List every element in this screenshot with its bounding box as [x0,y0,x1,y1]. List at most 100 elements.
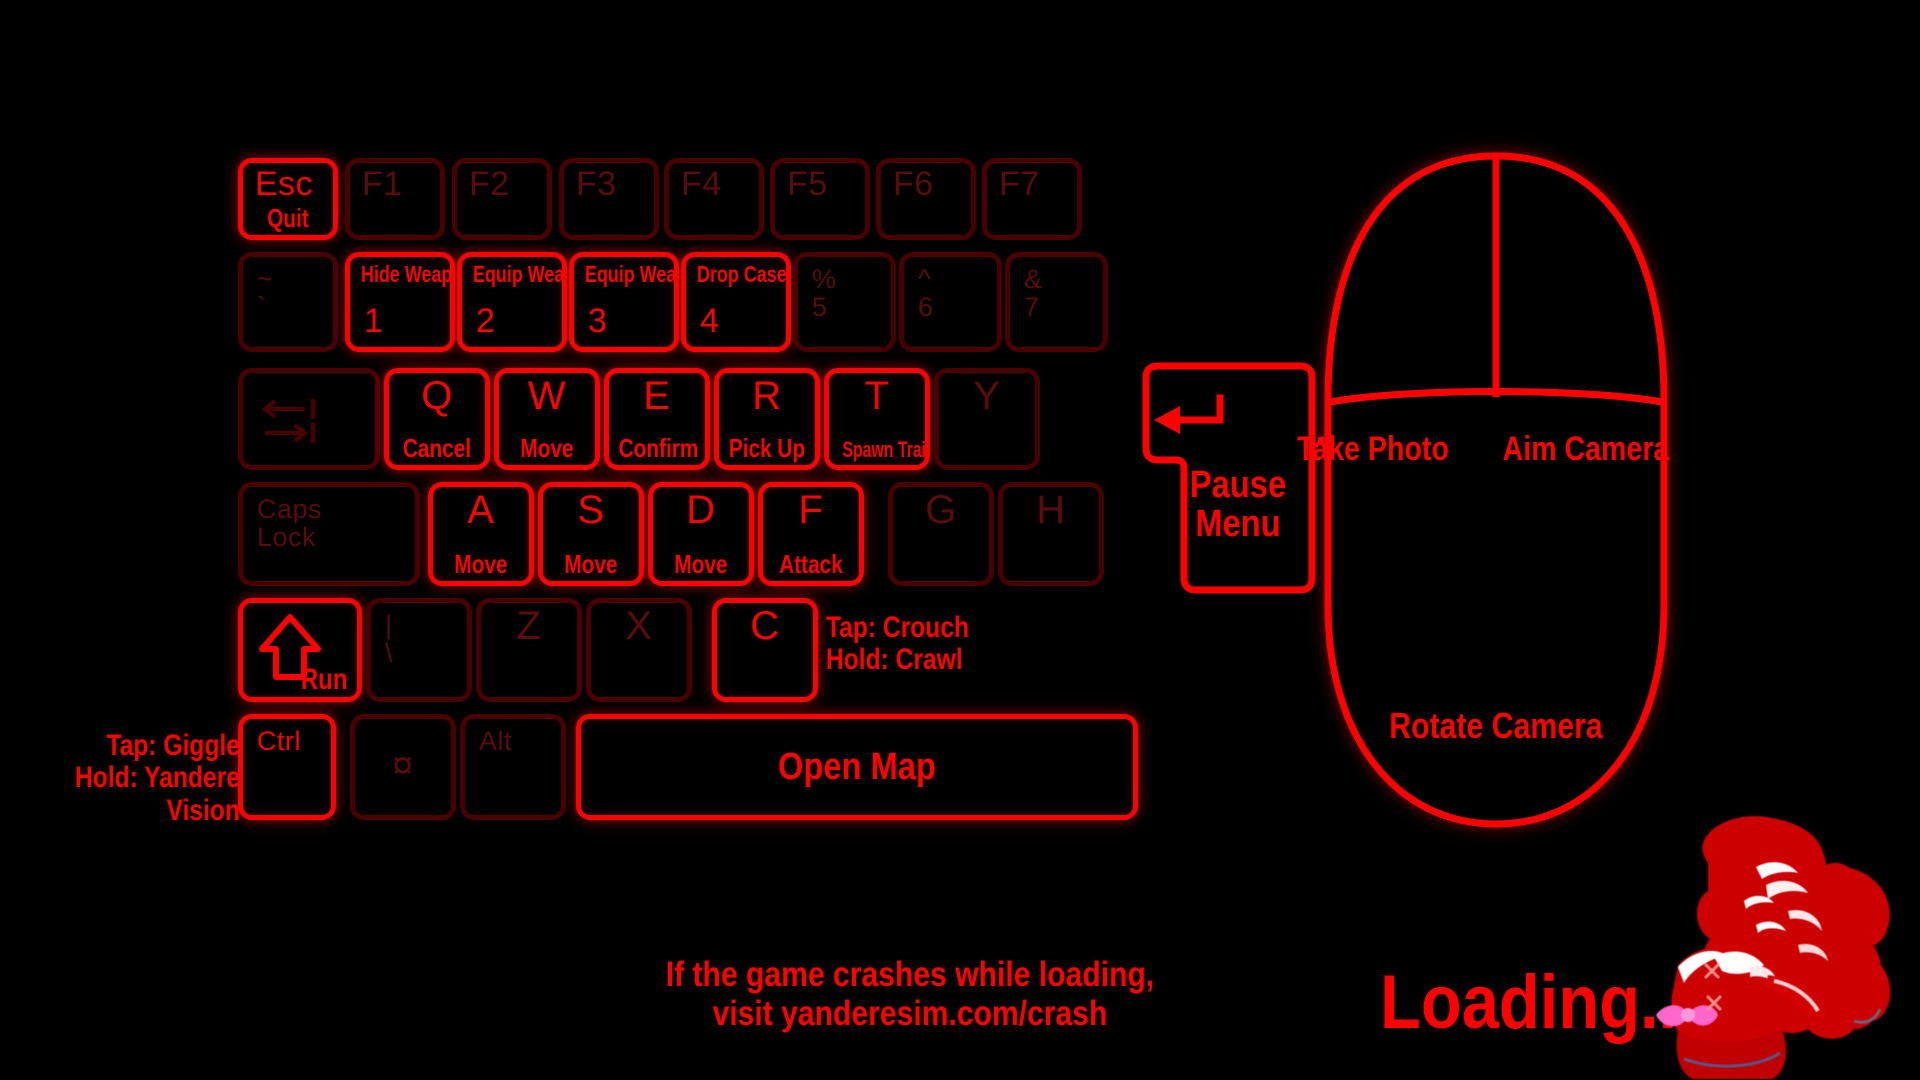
key-tilde-glyph: ~ ` [257,264,274,323]
key-backslash-glyph: | \ [385,610,394,669]
key-h-glyph: H [1036,488,1066,532]
key-s-action: Move [564,549,618,579]
key-w[interactable]: W Move [494,368,600,470]
key-t-action: Spawn Trail [842,437,930,462]
key-e-action: Confirm [618,433,699,463]
key-c[interactable]: C [712,598,818,702]
mouse-diagram: Take Photo Aim Camera Rotate Camera [1297,150,1674,830]
key-f2-glyph: F2 [469,165,510,203]
key-f-action: Attack [779,549,843,579]
key-w-glyph: W [527,374,567,418]
key-z[interactable]: Z [476,598,582,702]
key-s[interactable]: S Move [538,482,644,586]
key-q-action: Cancel [402,433,472,463]
key-y[interactable]: Y [934,368,1040,470]
key-r-action: Pick Up [728,433,806,463]
mouse-left-button-label: Take Photo [1297,430,1449,468]
ctrl-key-side-label: Tap: Giggle Hold: Yandere Vision [75,729,240,827]
key-s-glyph: S [577,488,605,532]
key-d[interactable]: D Move [648,482,754,586]
key-3-glyph: 3 [588,302,607,340]
key-tilde[interactable]: ~ ` [238,252,338,352]
key-5-glyph: % 5 [812,264,837,323]
key-r[interactable]: R Pick Up [714,368,820,470]
key-g-glyph: G [925,488,957,532]
mouse-body-label: Rotate Camera [1389,705,1603,746]
key-e-glyph: E [643,374,671,418]
enter-key-label: Pause Menu [1189,464,1287,545]
key-4-glyph: 4 [700,302,719,340]
key-win[interactable]: ¤ [350,714,456,820]
key-3-action: Equip Weapon [585,261,677,287]
key-backslash[interactable]: | \ [366,598,472,702]
key-a-glyph: A [467,488,495,532]
key-f2[interactable]: F2 [452,158,552,240]
key-a-action: Move [454,549,508,579]
key-x-glyph: X [625,604,653,648]
key-g[interactable]: G [888,482,994,586]
key-5[interactable]: % 5 [793,252,896,352]
key-f4-glyph: F4 [681,165,722,203]
key-f4[interactable]: F4 [664,158,764,240]
tab-arrows-icon [261,395,321,452]
key-1-glyph: 1 [364,302,383,340]
loading-screen: EscQuitF1F2F3F4F5F6F7~ `Hide Weapon1Equi… [0,0,1920,1080]
key-enter-pause-menu[interactable]: Pause Menu [1138,358,1320,598]
key-x[interactable]: X [586,598,692,702]
key-d-action: Move [674,549,728,579]
key-a[interactable]: A Move [428,482,534,586]
key-f-glyph: F [798,488,824,532]
key-f3[interactable]: F3 [559,158,659,240]
key-2-glyph: 2 [476,302,495,340]
key-esc[interactable]: Esc Quit [238,158,338,240]
key-f5[interactable]: F5 [770,158,870,240]
c-key-side-label: Tap: Crouch Hold: Crawl [826,611,970,677]
key-6-glyph: ^ 6 [918,264,934,323]
yandere-chan-sprite [1648,815,1920,1080]
key-d-glyph: D [686,488,716,532]
key-alt-glyph: Alt [479,726,513,756]
key-esc-glyph: Esc [255,165,314,203]
key-space[interactable]: Open Map [576,714,1138,820]
key-c-glyph: C [750,604,780,648]
key-1-action: Hide Weapon [361,261,453,287]
key-ctrl-glyph: Ctrl [257,726,301,756]
key-h[interactable]: H [998,482,1104,586]
key-r-glyph: R [752,374,782,418]
key-f1-glyph: F1 [362,165,403,203]
key-f7[interactable]: F7 [982,158,1082,240]
key-f[interactable]: F Attack [758,482,864,586]
crash-help-note: If the game crashes while loading, visit… [665,955,1155,1034]
key-f6[interactable]: F6 [876,158,976,240]
key-t[interactable]: T Spawn Trail [824,368,930,470]
key-f5-glyph: F5 [787,165,828,203]
key-ctrl[interactable]: Ctrl [238,714,336,820]
key-z-glyph: Z [516,604,542,648]
key-w-action: Move [520,433,574,463]
mouse-right-button-label: Aim Camera [1502,430,1670,468]
key-shift-action: Run [300,663,348,696]
key-4[interactable]: Drop Case 4 [681,252,791,352]
key-tab[interactable] [238,368,380,470]
key-q[interactable]: Q Cancel [384,368,490,470]
key-7[interactable]: & 7 [1005,252,1108,352]
key-t-glyph: T [864,374,890,418]
key-2-action: Equip Weapon [473,261,565,287]
key-q-glyph: Q [421,374,453,418]
key-6[interactable]: ^ 6 [899,252,1002,352]
key-esc-action: Quit [267,203,309,233]
key-alt[interactable]: Alt [460,714,566,820]
key-f1[interactable]: F1 [345,158,445,240]
key-4-action: Drop Case [697,261,787,287]
key-space-action: Open Map [778,746,936,788]
key-7-glyph: & 7 [1024,264,1043,323]
key-f6-glyph: F6 [893,165,934,203]
key-capslock-glyph: Caps Lock [257,494,323,553]
key-f7-glyph: F7 [999,165,1040,203]
key-2[interactable]: Equip Weapon 2 [457,252,567,352]
key-capslock[interactable]: Caps Lock [238,482,420,586]
key-shift[interactable]: Run [238,598,362,702]
key-e[interactable]: E Confirm [604,368,710,470]
key-1[interactable]: Hide Weapon 1 [345,252,455,352]
key-3[interactable]: Equip Weapon 3 [569,252,679,352]
